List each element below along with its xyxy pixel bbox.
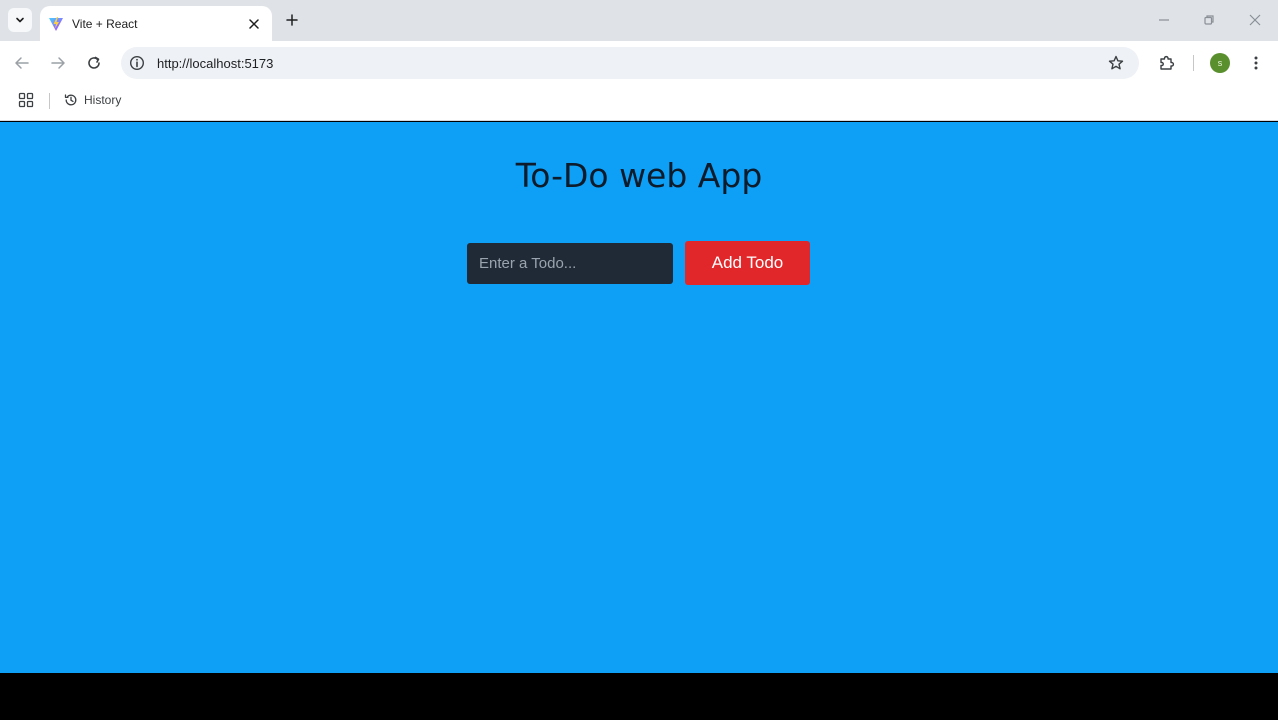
- back-button[interactable]: [12, 53, 32, 73]
- toolbar-divider: [1193, 55, 1194, 71]
- bookmarks-bar: [0, 85, 1278, 121]
- star-icon[interactable]: [1107, 54, 1125, 72]
- reload-button[interactable]: [84, 53, 104, 73]
- browser-menu-button[interactable]: [1246, 53, 1266, 73]
- apps-grid-icon[interactable]: [18, 92, 34, 108]
- restore-button[interactable]: [1199, 10, 1219, 30]
- vite-logo-icon: [48, 16, 64, 32]
- page-title: To-Do web App: [515, 156, 763, 195]
- forward-button[interactable]: [48, 53, 68, 73]
- bookmark-history-label: History: [84, 93, 122, 107]
- browser-toolbar: http://localhost:5173 s: [0, 41, 1278, 85]
- new-tab-button[interactable]: [282, 10, 302, 30]
- tab-strip: Vite + React: [0, 0, 1278, 41]
- add-todo-button[interactable]: Add Todo: [685, 241, 810, 285]
- history-icon: [64, 94, 77, 106]
- chevron-down-icon: [16, 17, 24, 23]
- close-icon: [1249, 14, 1261, 26]
- tab-search-button[interactable]: [8, 8, 32, 32]
- profile-avatar[interactable]: s: [1210, 53, 1230, 73]
- url-text[interactable]: http://localhost:5173: [157, 56, 273, 71]
- address-bar[interactable]: http://localhost:5173: [121, 47, 1139, 79]
- minimize-icon: [1159, 19, 1169, 21]
- active-tab[interactable]: Vite + React: [40, 6, 272, 41]
- tab-title: Vite + React: [72, 16, 138, 31]
- extensions-button[interactable]: [1157, 53, 1177, 73]
- minimize-button[interactable]: [1154, 10, 1174, 30]
- close-window-button[interactable]: [1245, 10, 1265, 30]
- screen-bottom-bar: [0, 673, 1278, 720]
- arrow-right-icon: [51, 57, 65, 69]
- bookmarks-separator: [49, 93, 50, 109]
- todo-input[interactable]: [467, 243, 673, 284]
- puzzle-icon: [1160, 55, 1175, 70]
- plus-icon: [286, 14, 298, 26]
- bookmark-history[interactable]: History: [60, 90, 125, 110]
- restore-icon: [1204, 15, 1214, 25]
- reload-icon: [88, 56, 100, 69]
- more-vertical-icon: [1254, 56, 1258, 70]
- arrow-left-icon: [15, 57, 29, 69]
- close-tab-icon[interactable]: [246, 16, 262, 32]
- site-info-icon[interactable]: [129, 55, 145, 71]
- page-content: To-Do web App Add Todo: [0, 122, 1278, 673]
